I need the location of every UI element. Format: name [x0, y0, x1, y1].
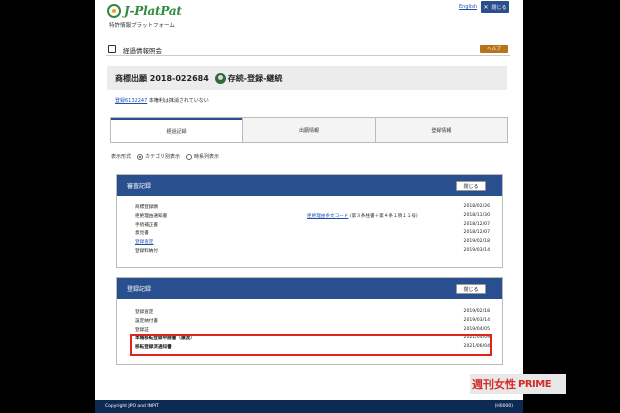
doc-date: 2018/12/07 — [463, 221, 490, 227]
table-row: 拒絶理由通知書 拒絶理由条文コード (第３条柱書＋第４条１項１１号) 2018/… — [135, 212, 490, 221]
doc-name[interactable]: 登録証 — [135, 327, 149, 333]
doc-note: 拒絶理由条文コード (第３条柱書＋第４条１項１１号) — [307, 213, 418, 219]
logo-text: J-PlatPat — [124, 4, 182, 18]
doc-name[interactable]: 拒絶理由通知書 — [135, 213, 167, 219]
doc-name[interactable]: 意見書 — [135, 230, 149, 236]
doc-date: 2018/02/26 — [463, 204, 490, 209]
logo-subtitle: 特許情報プラットフォーム — [109, 23, 175, 29]
registration-note: 本権利は抹消されていない — [148, 98, 209, 104]
tab-application-info[interactable]: 出願情報 — [242, 118, 375, 142]
footer-code: (H0000) — [494, 404, 513, 409]
status-bar: 商標出願 2018-022684 存続-登録-継続 — [107, 66, 507, 90]
table-row: 登録査定 2019/02/18 — [135, 238, 490, 247]
page-title: 経過情報照会 — [123, 47, 162, 55]
tab-registration-info[interactable]: 登録情報 — [374, 118, 507, 142]
watermark-part-a: 週刊女性 — [472, 378, 516, 391]
status-text: 存続-登録-継続 — [227, 73, 283, 83]
view-mode: 表示形式 カテゴリ別表示 時系列表示 — [111, 153, 219, 160]
search-doc-icon — [108, 45, 116, 53]
highlight-box — [130, 334, 492, 356]
exam-record-panel: 審査記録 閉じる 商標登録願 2018/02/26 拒絶理由通知書 拒絶理由条文… — [116, 174, 503, 268]
table-row: 手続補正書 2018/12/07 — [135, 221, 490, 230]
doc-name[interactable]: 登録査定 — [135, 309, 153, 315]
reason-code-link[interactable]: 拒絶理由条文コード — [307, 214, 348, 219]
registration-record-header: 登録記録 閉じる — [117, 278, 502, 299]
header: J-PlatPat 特許情報プラットフォーム English ✕ 閉じる — [95, 0, 523, 34]
view-mode-label: 表示形式 — [111, 154, 132, 160]
table-row: 意見書 2018/12/07 — [135, 229, 490, 238]
registration-record-title: 登録記録 — [127, 286, 152, 293]
table-row: 登録料納付 2019/03/14 — [135, 247, 490, 256]
doc-date: 2018/12/07 — [463, 230, 490, 236]
doc-name-link[interactable]: 登録査定 — [135, 239, 153, 245]
doc-date: 2019/02/18 — [463, 239, 490, 245]
exam-record-close-button[interactable]: 閉じる — [456, 181, 486, 191]
doc-name[interactable]: 登録料納付 — [135, 248, 158, 254]
footer: Copyright JPO and INPIT (H0000) — [95, 400, 523, 413]
doc-date: 2019/02/18 — [463, 309, 490, 314]
footer-copyright: Copyright JPO and INPIT — [105, 404, 159, 409]
doc-date: 2018/11/30 — [463, 212, 490, 218]
close-label: 閉じる — [463, 183, 479, 190]
watermark-logo: 週刊女性 PRIME — [470, 374, 566, 394]
close-label: 閉じる — [463, 286, 479, 293]
exam-record-header: 審査記録 閉じる — [117, 175, 502, 196]
table-row: 登録査定 2019/02/18 — [135, 308, 490, 317]
application-number: 商標出願 2018-022684 — [115, 73, 209, 83]
app-window: J-PlatPat 特許情報プラットフォーム English ✕ 閉じる 経過情… — [95, 0, 523, 413]
english-link[interactable]: English — [459, 4, 477, 10]
tab-bar: 経過記録 出願情報 登録情報 — [110, 117, 508, 143]
status-icon — [214, 72, 226, 84]
page-titlebar: 経過情報照会 ヘルプ — [106, 44, 510, 56]
exam-record-rows: 商標登録願 2018/02/26 拒絶理由通知書 拒絶理由条文コード (第３条柱… — [117, 196, 502, 256]
radio-chronological-label: 時系列表示 — [194, 154, 220, 160]
close-icon: ✕ — [483, 3, 489, 11]
logo[interactable]: J-PlatPat — [107, 4, 182, 18]
close-window-button[interactable]: ✕ 閉じる — [481, 1, 509, 13]
doc-date: 2019/03/14 — [463, 317, 490, 323]
radio-category[interactable] — [137, 153, 144, 160]
logo-icon — [107, 4, 121, 18]
exam-record-title: 審査記録 — [127, 183, 152, 190]
doc-name[interactable]: 設定納付書 — [135, 318, 158, 324]
registration-link[interactable]: 登録6132247 — [115, 98, 147, 104]
table-row: 設定納付書 2019/03/14 — [135, 317, 490, 326]
table-row: 商標登録願 2018/02/26 — [135, 203, 490, 212]
help-label: ヘルプ — [487, 47, 501, 52]
close-window-label: 閉じる — [491, 4, 507, 11]
reason-code-text: (第３条柱書＋第４条１項１１号) — [349, 213, 418, 219]
doc-date: 2019/03/14 — [463, 247, 490, 253]
doc-name[interactable]: 手続補正書 — [135, 222, 158, 228]
tab-history[interactable]: 経過記録 — [111, 118, 243, 142]
doc-date: 2019/04/05 — [463, 326, 490, 332]
watermark-part-b: PRIME — [518, 378, 552, 390]
doc-name[interactable]: 商標登録願 — [135, 204, 158, 210]
help-button[interactable]: ヘルプ — [480, 45, 508, 53]
registration-record-close-button[interactable]: 閉じる — [456, 284, 486, 294]
radio-category-label: カテゴリ別表示 — [145, 154, 181, 160]
radio-chronological[interactable] — [186, 153, 193, 160]
registration-line: 登録6132247 本権利は抹消されていない — [115, 97, 209, 104]
